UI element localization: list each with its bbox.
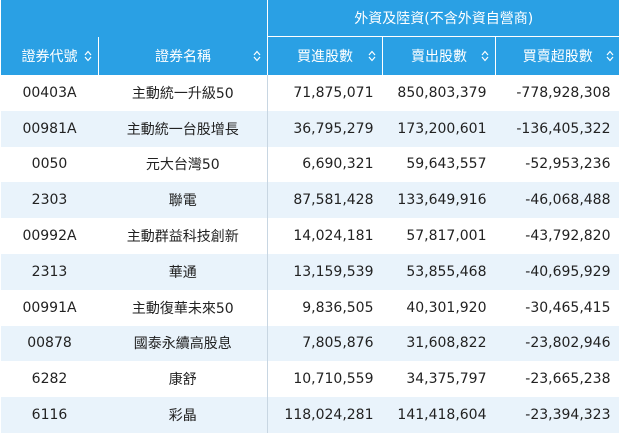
net-shares-cell: -46,068,488 — [495, 182, 619, 219]
security-code-cell: 6116 — [0, 397, 99, 433]
buy-shares-cell: 118,024,281 — [267, 397, 383, 433]
column-header-label: 賣出股數 — [411, 49, 467, 65]
security-code-cell: 0050 — [0, 146, 99, 183]
table-body: 00403A 主動統一升級50 71,875,071 850,803,379 -… — [0, 75, 619, 433]
sort-icon[interactable] — [84, 50, 92, 62]
buy-shares-cell: 9,836,505 — [267, 289, 383, 326]
column-header-security-code[interactable]: 證券代號 — [0, 36, 99, 75]
column-header-buy-shares[interactable]: 買進股數 — [267, 36, 383, 75]
table-row[interactable]: 6116 彩晶 118,024,281 141,418,604 -23,394,… — [0, 397, 619, 433]
net-shares-cell: -23,665,238 — [495, 361, 619, 398]
table-row[interactable]: 6282 康舒 10,710,559 34,375,797 -23,665,23… — [0, 361, 619, 398]
security-name-cell: 元大台灣50 — [98, 146, 268, 183]
table-row[interactable]: 2313 華通 13,159,539 53,855,468 -40,695,92… — [0, 253, 619, 290]
table-row[interactable]: 00403A 主動統一升級50 71,875,071 850,803,379 -… — [0, 75, 619, 111]
security-code-cell: 00878 — [0, 325, 99, 362]
table-row[interactable]: 2303 聯電 87,581,428 133,649,916 -46,068,4… — [0, 182, 619, 219]
sell-shares-cell: 34,375,797 — [382, 361, 496, 398]
sort-icon[interactable] — [606, 50, 614, 62]
table-header: 外資及陸資(不含外資自營商) 證券代號 證券名稱 買進股數 賣出股數 買賣超股數 — [0, 0, 619, 75]
table-row[interactable]: 00991A 主動復華未來50 9,836,505 40,301,920 -30… — [0, 289, 619, 326]
table-row[interactable]: 00992A 主動群益科技創新 14,024,181 57,817,001 -4… — [0, 218, 619, 254]
sell-shares-cell: 141,418,604 — [382, 397, 496, 433]
net-shares-cell: -30,465,415 — [495, 289, 619, 326]
security-name-cell: 主動統一升級50 — [98, 75, 268, 111]
net-shares-cell: -52,953,236 — [495, 146, 619, 183]
header-group-row: 外資及陸資(不含外資自營商) — [0, 0, 619, 37]
foreign-investor-trading-table-container: 外資及陸資(不含外資自營商) 證券代號 證券名稱 買進股數 賣出股數 買賣超股數… — [0, 0, 619, 433]
security-code-cell: 00403A — [0, 75, 99, 111]
sell-shares-cell: 40,301,920 — [382, 289, 496, 326]
sell-shares-cell: 133,649,916 — [382, 182, 496, 219]
header-group-blank — [0, 0, 268, 37]
net-shares-cell: -136,405,322 — [495, 110, 619, 147]
buy-shares-cell: 71,875,071 — [267, 75, 383, 111]
buy-shares-cell: 7,805,876 — [267, 325, 383, 362]
column-header-label: 證券代號 — [21, 48, 78, 65]
security-code-cell: 6282 — [0, 361, 99, 398]
column-header-label: 證券名稱 — [155, 48, 211, 65]
security-code-cell: 00991A — [0, 289, 99, 326]
header-group-foreign-investors: 外資及陸資(不含外資自營商) — [267, 0, 619, 37]
table-row[interactable]: 0050 元大台灣50 6,690,321 59,643,557 -52,953… — [0, 146, 619, 183]
sell-shares-cell: 31,608,822 — [382, 325, 496, 362]
security-code-cell: 2303 — [0, 182, 99, 219]
column-header-label: 買賣超股數 — [522, 49, 593, 65]
column-header-label: 買進股數 — [297, 49, 353, 65]
buy-shares-cell: 13,159,539 — [267, 253, 383, 290]
sell-shares-cell: 53,855,468 — [382, 253, 496, 290]
header-column-row: 證券代號 證券名稱 買進股數 賣出股數 買賣超股數 — [0, 36, 619, 75]
buy-shares-cell: 10,710,559 — [267, 361, 383, 398]
security-code-cell: 00992A — [0, 218, 99, 254]
column-header-sell-shares[interactable]: 賣出股數 — [382, 36, 496, 75]
net-shares-cell: -23,394,323 — [495, 397, 619, 433]
buy-shares-cell: 87,581,428 — [267, 182, 383, 219]
net-shares-cell: -43,792,820 — [495, 218, 619, 254]
security-name-cell: 主動群益科技創新 — [98, 218, 268, 254]
security-code-cell: 2313 — [0, 253, 99, 290]
sort-icon[interactable] — [481, 50, 489, 62]
table-row[interactable]: 00878 國泰永續高股息 7,805,876 31,608,822 -23,8… — [0, 325, 619, 362]
security-name-cell: 國泰永續高股息 — [98, 325, 268, 362]
sort-icon[interactable] — [368, 50, 376, 62]
net-shares-cell: -40,695,929 — [495, 253, 619, 290]
sell-shares-cell: 850,803,379 — [382, 75, 496, 111]
security-name-cell: 華通 — [98, 253, 268, 290]
security-name-cell: 彩晶 — [98, 397, 268, 433]
net-shares-cell: -778,928,308 — [495, 75, 619, 111]
sort-icon[interactable] — [253, 50, 261, 62]
security-name-cell: 主動復華未來50 — [98, 289, 268, 326]
buy-shares-cell: 36,795,279 — [267, 110, 383, 147]
security-name-cell: 康舒 — [98, 361, 268, 398]
column-header-security-name[interactable]: 證券名稱 — [98, 36, 268, 75]
column-header-net-shares[interactable]: 買賣超股數 — [495, 36, 619, 75]
sell-shares-cell: 59,643,557 — [382, 146, 496, 183]
security-code-cell: 00981A — [0, 110, 99, 147]
sell-shares-cell: 57,817,001 — [382, 218, 496, 254]
security-name-cell: 聯電 — [98, 182, 268, 219]
buy-shares-cell: 6,690,321 — [267, 146, 383, 183]
sell-shares-cell: 173,200,601 — [382, 110, 496, 147]
security-name-cell: 主動統一台股增長 — [98, 110, 268, 147]
foreign-investor-trading-table: 外資及陸資(不含外資自營商) 證券代號 證券名稱 買進股數 賣出股數 買賣超股數… — [0, 0, 619, 433]
net-shares-cell: -23,802,946 — [495, 325, 619, 362]
buy-shares-cell: 14,024,181 — [267, 218, 383, 254]
table-row[interactable]: 00981A 主動統一台股增長 36,795,279 173,200,601 -… — [0, 110, 619, 147]
